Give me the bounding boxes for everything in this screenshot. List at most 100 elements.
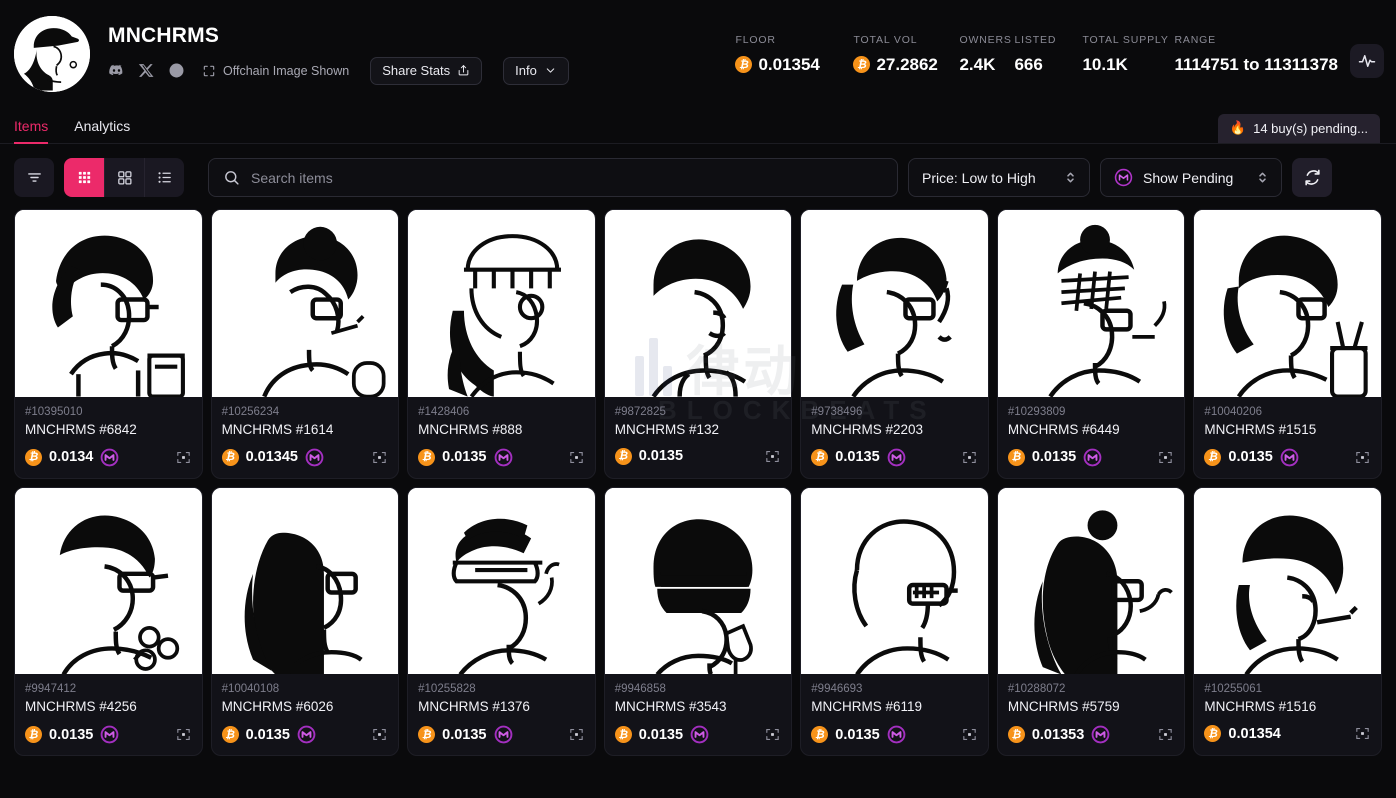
nft-price-row: ₿ 0.01345 [222, 448, 389, 467]
nft-price-row: ₿ 0.01354 [1204, 725, 1371, 742]
nft-name: MNCHRMS #2203 [811, 422, 978, 437]
search-bar[interactable] [208, 158, 898, 197]
bitcoin-icon: ₿ [1204, 725, 1221, 742]
items-grid-wrapper: #10395010 MNCHRMS #6842 ₿ 0.0134 #102562… [0, 209, 1396, 756]
nft-name: MNCHRMS #1376 [418, 699, 585, 714]
nft-name: MNCHRMS #888 [418, 422, 585, 437]
nft-card[interactable]: #10040206 MNCHRMS #1515 ₿ 0.0135 [1193, 209, 1382, 479]
expand-nft-icon[interactable] [1157, 449, 1174, 466]
expand-nft-icon[interactable] [371, 449, 388, 466]
bitcoin-icon: ₿ [811, 726, 828, 743]
nft-card-body: #9738496 MNCHRMS #2203 ₿ 0.0135 [801, 397, 988, 478]
search-input[interactable] [251, 170, 883, 186]
magic-eden-icon [494, 448, 513, 467]
nft-card[interactable]: #9947412 MNCHRMS #4256 ₿ 0.0135 [14, 487, 203, 757]
nft-name: MNCHRMS #6449 [1008, 422, 1175, 437]
nft-card[interactable]: #10395010 MNCHRMS #6842 ₿ 0.0134 [14, 209, 203, 479]
view-mode-list[interactable] [144, 158, 184, 197]
nft-card[interactable]: #10255828 MNCHRMS #1376 ₿ 0.0135 [407, 487, 596, 757]
stat-label: TOTAL SUPPLY [1082, 34, 1174, 46]
inscription-id: #10256234 [222, 406, 389, 418]
nft-card-body: #1428406 MNCHRMS #888 ₿ 0.0135 [408, 397, 595, 478]
nft-price: 0.0134 [49, 449, 93, 465]
nft-price: 0.01353 [1032, 727, 1084, 743]
stat-value: ₿ 27.2862 [853, 55, 959, 75]
items-toolbar: Price: Low to High Show Pending [0, 144, 1396, 209]
nft-name: MNCHRMS #1614 [222, 422, 389, 437]
expand-nft-icon[interactable] [371, 726, 388, 743]
discord-icon[interactable] [108, 62, 125, 79]
magic-eden-icon [297, 725, 316, 744]
expand-nft-icon[interactable] [764, 448, 781, 465]
nft-price: 0.0135 [639, 448, 683, 464]
nft-price-row: ₿ 0.0135 [811, 725, 978, 744]
bitcoin-icon: ₿ [811, 449, 828, 466]
nft-artwork [15, 210, 202, 397]
view-mode-grid-large[interactable] [104, 158, 144, 197]
expand-nft-icon[interactable] [175, 726, 192, 743]
nft-card-body: #10293809 MNCHRMS #6449 ₿ 0.0135 [998, 397, 1185, 478]
nft-card[interactable]: #1428406 MNCHRMS #888 ₿ 0.0135 [407, 209, 596, 479]
nft-price-row: ₿ 0.0135 [418, 448, 585, 467]
globe-icon[interactable] [168, 62, 185, 79]
inscription-id: #9946858 [615, 683, 782, 695]
expand-nft-icon[interactable] [961, 449, 978, 466]
tab-analytics[interactable]: Analytics [74, 118, 130, 143]
expand-nft-icon[interactable] [568, 726, 585, 743]
nft-artwork [1194, 210, 1381, 397]
bitcoin-icon: ₿ [853, 56, 870, 73]
nft-card[interactable]: #9872825 MNCHRMS #132 ₿ 0.0135 [604, 209, 793, 479]
bitcoin-icon: ₿ [418, 449, 435, 466]
share-stats-button[interactable]: Share Stats [370, 57, 482, 85]
magic-eden-icon [494, 725, 513, 744]
nft-artwork [212, 488, 399, 675]
nft-name: MNCHRMS #4256 [25, 699, 192, 714]
refresh-button[interactable] [1292, 158, 1332, 197]
nft-artwork [408, 210, 595, 397]
x-twitter-icon[interactable] [138, 62, 155, 79]
expand-nft-icon[interactable] [175, 449, 192, 466]
filter-button[interactable] [14, 158, 54, 197]
info-dropdown-button[interactable]: Info [503, 57, 569, 85]
nft-card[interactable]: #10255061 MNCHRMS #1516 ₿ 0.01354 [1193, 487, 1382, 757]
pending-filter-dropdown[interactable]: Show Pending [1100, 158, 1282, 197]
nft-artwork [605, 488, 792, 675]
pending-buys-label: 14 buy(s) pending... [1253, 121, 1368, 136]
view-mode-grid-small[interactable] [64, 158, 104, 197]
inscription-id: #1428406 [418, 406, 585, 418]
bitcoin-icon: ₿ [1008, 449, 1025, 466]
bitcoin-icon: ₿ [222, 449, 239, 466]
info-label: Info [515, 63, 537, 78]
chevron-updown-icon [1065, 170, 1076, 185]
magic-eden-icon [1280, 448, 1299, 467]
nft-artwork [408, 488, 595, 675]
stat-label: LISTED [1014, 34, 1082, 46]
nft-card[interactable]: #9946858 MNCHRMS #3543 ₿ 0.0135 [604, 487, 793, 757]
pending-buys-badge[interactable]: 🔥 14 buy(s) pending... [1218, 114, 1380, 143]
inscription-id: #10040206 [1204, 406, 1371, 418]
tab-items[interactable]: Items [14, 118, 48, 143]
nft-price: 0.0135 [1228, 449, 1272, 465]
expand-nft-icon[interactable] [568, 449, 585, 466]
nft-card[interactable]: #10288072 MNCHRMS #5759 ₿ 0.01353 [997, 487, 1186, 757]
activity-pulse-button[interactable] [1350, 44, 1384, 78]
nft-card[interactable]: #10293809 MNCHRMS #6449 ₿ 0.0135 [997, 209, 1186, 479]
magic-eden-icon [100, 725, 119, 744]
nft-price: 0.0135 [49, 727, 93, 743]
stat-label: OWNERS [959, 34, 1014, 46]
expand-nft-icon[interactable] [1354, 449, 1371, 466]
nft-name: MNCHRMS #1515 [1204, 422, 1371, 437]
expand-nft-icon[interactable] [1157, 726, 1174, 743]
sort-dropdown[interactable]: Price: Low to High [908, 158, 1090, 197]
offchain-label: Offchain Image Shown [223, 64, 349, 78]
expand-nft-icon[interactable] [1354, 725, 1371, 742]
inscription-id: #9947412 [25, 683, 192, 695]
nft-card[interactable]: #10040108 MNCHRMS #6026 ₿ 0.0135 [211, 487, 400, 757]
nft-card[interactable]: #9738496 MNCHRMS #2203 ₿ 0.0135 [800, 209, 989, 479]
nft-card[interactable]: #9946693 MNCHRMS #6119 ₿ 0.0135 [800, 487, 989, 757]
expand-nft-icon[interactable] [764, 726, 781, 743]
nft-card[interactable]: #10256234 MNCHRMS #1614 ₿ 0.01345 [211, 209, 400, 479]
stat-label: RANGE [1174, 34, 1338, 46]
expand-nft-icon[interactable] [961, 726, 978, 743]
magic-eden-icon [690, 725, 709, 744]
